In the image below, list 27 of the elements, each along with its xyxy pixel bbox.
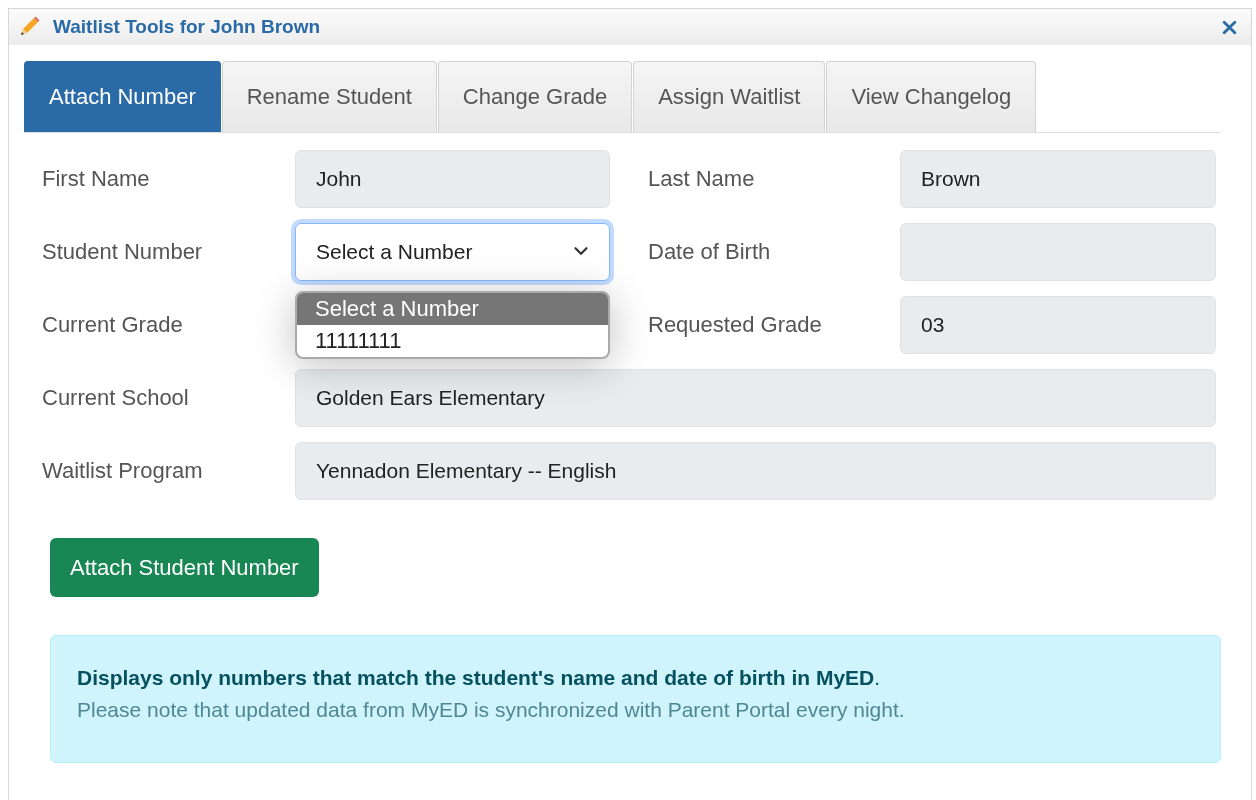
readonly-field[interactable]: John [295,149,610,208]
field-label: First Name [42,165,151,192]
dropdown-option[interactable]: Select a Number [297,292,608,325]
readonly-field[interactable]: 03 [900,295,1216,354]
field-label: Current School [42,384,190,411]
field-label: Waitlist Program [42,457,204,484]
info-text: Please note that updated data from MyED is synchronized with Parent Portal every night. [77,698,906,722]
tab[interactable]: Rename Student [221,61,437,132]
tab[interactable]: View Changelog [826,61,1037,132]
field-label: Date of Birth [648,238,772,265]
field-label: Requested Grade [648,311,823,338]
window-title: Waitlist Tools for John Brown [53,16,322,38]
readonly-field[interactable] [900,222,1216,281]
tab[interactable]: Attach Number [24,61,221,132]
field-label: Current Grade [42,311,184,338]
readonly-field[interactable]: Yennadon Elementary -- English [295,441,1216,500]
readonly-field[interactable]: Golden Ears Elementary [295,368,1216,427]
tab[interactable]: Change Grade [437,61,633,132]
field-label: Last Name [648,165,756,192]
readonly-field[interactable]: Brown [900,149,1216,208]
close-icon[interactable] [1222,19,1237,35]
field-label: Student Number [42,238,204,265]
dropdown-option[interactable]: 11111111 [297,324,608,357]
chevron-down-icon [573,246,589,257]
attach-button[interactable]: Attach Student Number [50,538,319,597]
tab[interactable]: Assign Waitlist [633,61,826,132]
info-text: Displays only numbers that match the student's name and date of birth in MyED. [77,666,882,690]
